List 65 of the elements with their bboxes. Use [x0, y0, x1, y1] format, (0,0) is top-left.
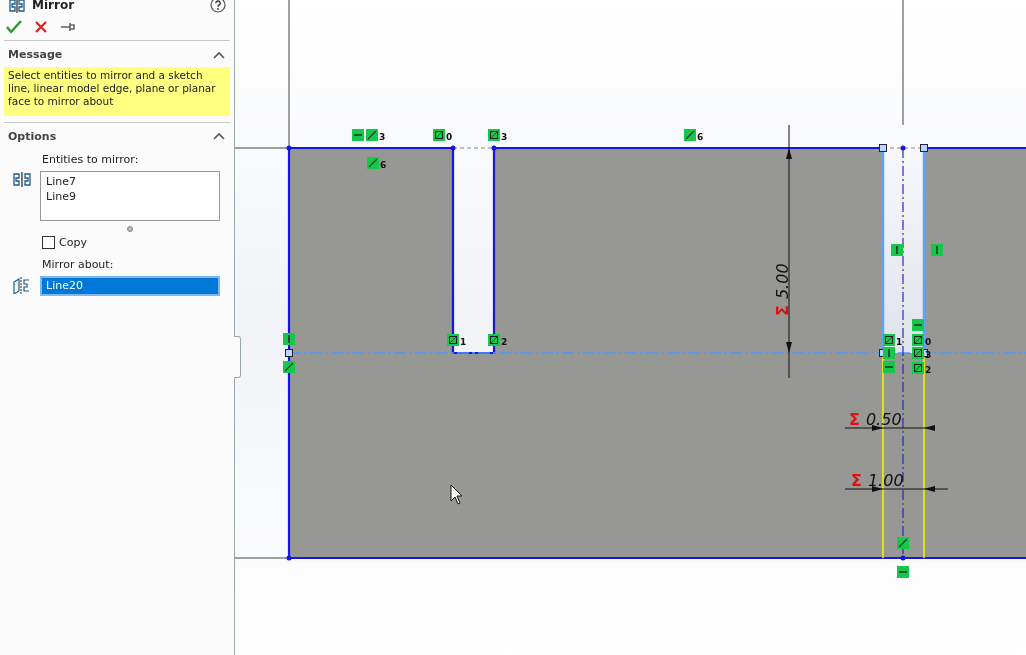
entities-list[interactable]: Line7 Line9 [40, 170, 220, 221]
close-icon[interactable] [34, 20, 48, 34]
horizontal-relation-icon [897, 566, 909, 578]
relation-count: 6 [380, 160, 387, 170]
relation-count: 3 [925, 350, 932, 360]
coincident-relation-icon [883, 334, 895, 346]
vertical-relation-icon [931, 244, 943, 256]
pin-icon[interactable] [60, 20, 76, 34]
dimension-value: Σ 5.00 [773, 263, 792, 316]
coincident-relation-icon [912, 334, 924, 346]
coincident-relation-icon [912, 347, 924, 359]
parallel-relation-icon [897, 537, 909, 549]
relation-count: 3 [501, 132, 508, 142]
relation-count: 2 [925, 365, 932, 375]
mirror-entities-icon [12, 170, 32, 187]
message-title: Message [8, 47, 63, 63]
sketch-point [285, 349, 293, 357]
vertical-relation-icon [883, 347, 895, 359]
sketch-point [900, 555, 906, 561]
copy-checkbox[interactable] [42, 236, 55, 250]
mirror-about-field[interactable]: Line20 [40, 275, 220, 296]
collapse-icon[interactable] [212, 50, 226, 60]
list-item[interactable]: Line7 [46, 173, 214, 189]
sketch-point [450, 145, 456, 151]
parallel-relation-icon [684, 129, 696, 141]
relation-count: 3 [379, 132, 386, 142]
horizontal-relation-icon [352, 129, 364, 141]
relation-count: 1 [460, 337, 467, 347]
resize-handle-icon[interactable] [127, 225, 133, 232]
sketch-point [286, 555, 292, 561]
collapse-icon[interactable] [212, 132, 226, 142]
field-label: Mirror about: [41, 257, 115, 273]
relation-count: 0 [446, 132, 453, 142]
sketch-point [920, 144, 928, 152]
ok-icon[interactable] [6, 20, 22, 34]
coincident-relation-icon [433, 129, 445, 141]
field-label: Entities to mirror: [41, 152, 140, 168]
sketch-point [491, 145, 497, 151]
relation-count: 1 [896, 337, 903, 347]
coincident-relation-icon [447, 334, 459, 346]
mirror-icon [8, 0, 26, 13]
mirror-plane-icon [12, 275, 32, 294]
coincident-relation-icon [488, 334, 500, 346]
options-title: Options [8, 128, 57, 145]
message-text: Select entities to mirror and a sketch line, linear model edge, plane or planar face to mirror about [4, 66, 230, 116]
sketch-point [900, 145, 906, 151]
cursor-icon [450, 484, 463, 505]
horizontal-relation-icon [883, 361, 895, 373]
help-icon[interactable] [210, 0, 226, 13]
parallel-relation-icon [283, 361, 295, 373]
list-item[interactable]: Line9 [46, 188, 214, 204]
sketch-point [286, 145, 292, 151]
horizontal-relation-icon [912, 319, 924, 331]
parallel-relation-icon [367, 157, 379, 169]
parallel-relation-icon [366, 129, 378, 141]
sketch-point [879, 144, 887, 152]
relation-count: 6 [697, 132, 704, 142]
relation-count: 2 [501, 337, 508, 347]
relation-count: 0 [925, 337, 932, 347]
panel-title: Mirror [32, 0, 75, 14]
coincident-relation-icon [912, 362, 924, 374]
vertical-relation-icon [283, 333, 295, 345]
coincident-relation-icon [488, 129, 500, 141]
vertical-relation-icon [891, 244, 903, 256]
checkbox-label[interactable]: Copy [59, 234, 87, 251]
